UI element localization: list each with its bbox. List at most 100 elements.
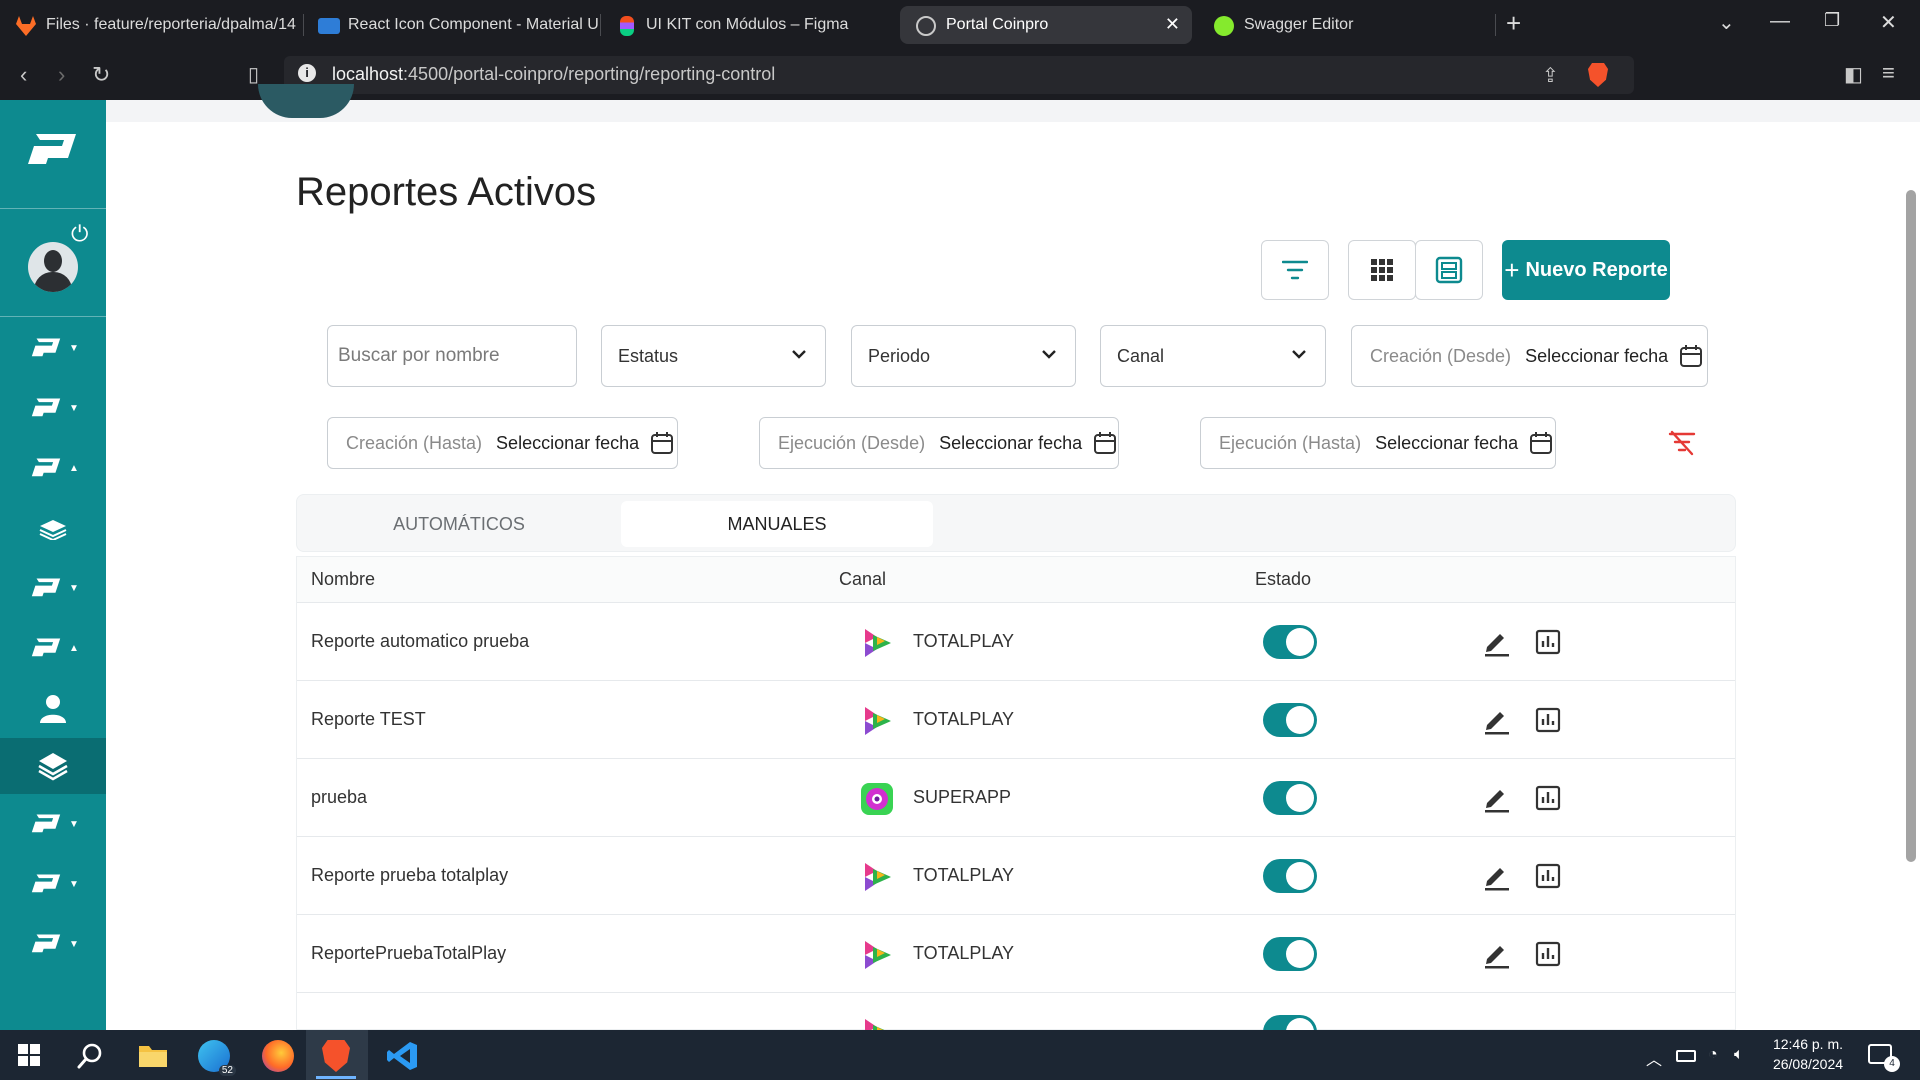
sidebar-item-module-4[interactable]: ▼ bbox=[0, 562, 106, 614]
dashboard-view-button[interactable] bbox=[1415, 240, 1483, 300]
status-toggle[interactable] bbox=[1263, 859, 1317, 893]
sidebar-item-module-7[interactable]: ▼ bbox=[0, 858, 106, 910]
caret-down-icon: ▼ bbox=[69, 878, 79, 890]
sidebar-item-money[interactable] bbox=[0, 502, 106, 554]
vscode-icon[interactable] bbox=[386, 1040, 418, 1072]
grid-view-button[interactable] bbox=[1348, 240, 1416, 300]
period-select[interactable]: Periodo bbox=[851, 325, 1076, 387]
exec-to-date[interactable]: Ejecución (Hasta) Seleccionar fecha bbox=[1200, 417, 1556, 469]
money-stack-icon bbox=[39, 520, 67, 540]
status-toggle[interactable] bbox=[1263, 703, 1317, 737]
clock[interactable]: 12:46 p. m. 26/08/2024 bbox=[1762, 1036, 1854, 1072]
file-explorer-icon[interactable] bbox=[138, 1042, 168, 1068]
filter-button[interactable] bbox=[1261, 240, 1329, 300]
sidebar-item-module-1[interactable]: ▼ bbox=[0, 322, 106, 374]
report-chart-icon[interactable] bbox=[1533, 939, 1563, 969]
created-to-date[interactable]: Creación (Hasta) Seleccionar fecha bbox=[327, 417, 678, 469]
power-icon[interactable]: ⏻ bbox=[71, 222, 95, 246]
table-row[interactable]: Reporte prueba totalplay TOTALPLAY bbox=[297, 837, 1735, 915]
search-input[interactable]: Buscar por nombre bbox=[327, 325, 577, 387]
report-name: ReportePruebaTotalPlay bbox=[311, 943, 507, 963]
created-from-date[interactable]: Creación (Desde) Seleccionar fecha bbox=[1351, 325, 1708, 387]
tab-manual[interactable]: MANUALES bbox=[621, 501, 933, 547]
report-chart-icon[interactable] bbox=[1533, 705, 1563, 735]
browser-tab-swagger[interactable]: Swagger Editor bbox=[1198, 6, 1494, 44]
notifications-icon[interactable]: 4 bbox=[1868, 1044, 1900, 1072]
wifi-icon[interactable]: ◔ bbox=[1708, 1046, 1718, 1064]
edit-icon[interactable] bbox=[1481, 627, 1511, 657]
sidebar-item-module-2[interactable]: ▼ bbox=[0, 382, 106, 434]
volume-icon[interactable]: 🔈︎ bbox=[1734, 1046, 1744, 1064]
channel-name: TOTALPLAY bbox=[913, 709, 1015, 729]
tray-chevron-icon[interactable]: ︿ bbox=[1646, 1046, 1662, 1070]
page-scrollbar[interactable] bbox=[1906, 190, 1916, 862]
report-chart-icon[interactable] bbox=[1533, 783, 1563, 813]
status-toggle[interactable] bbox=[1263, 937, 1317, 971]
status-toggle[interactable] bbox=[1263, 625, 1317, 659]
new-report-button[interactable]: + Nuevo Reporte bbox=[1502, 240, 1670, 300]
caret-up-icon: ▲ bbox=[69, 462, 79, 474]
sidebar-toggle-icon[interactable]: ◧ bbox=[1844, 62, 1863, 87]
column-name: Nombre bbox=[311, 569, 376, 589]
plus-icon: + bbox=[1504, 254, 1520, 285]
header-strip bbox=[106, 100, 1920, 122]
report-chart-icon[interactable] bbox=[1533, 627, 1563, 657]
exec-from-date[interactable]: Ejecución (Desde) Seleccionar fecha bbox=[759, 417, 1119, 469]
close-window-button[interactable]: ✕ bbox=[1880, 10, 1897, 35]
browser-tab-figma[interactable]: UI KIT con Módulos – Figma bbox=[600, 6, 896, 44]
search-icon[interactable] bbox=[76, 1042, 104, 1070]
sidebar-item-module-6[interactable]: ▼ bbox=[0, 798, 106, 850]
browser-tab-gitlab[interactable]: Files · feature/reporteria/dpalma/14 bbox=[0, 6, 296, 44]
table-row[interactable]: Reporte automatico prueba TOTALPLAY bbox=[297, 603, 1735, 681]
caret-down-icon: ▼ bbox=[69, 342, 79, 354]
reload-button[interactable]: ↻ bbox=[92, 62, 110, 88]
site-info-icon[interactable]: i bbox=[298, 64, 316, 82]
status-select[interactable]: Estatus bbox=[601, 325, 826, 387]
sidebar-item-reports[interactable] bbox=[0, 738, 106, 794]
edge-icon[interactable]: 52 bbox=[198, 1040, 236, 1076]
share-icon[interactable]: ⇪ bbox=[1542, 63, 1559, 88]
browser-tab-mui[interactable]: React Icon Component - Material UI bbox=[302, 6, 600, 44]
minimize-button[interactable]: — bbox=[1770, 10, 1790, 33]
close-tab-icon[interactable]: ✕ bbox=[1165, 14, 1180, 35]
edit-icon[interactable] bbox=[1481, 705, 1511, 735]
sidebar-item-module-5[interactable]: ▲ bbox=[0, 622, 106, 674]
caret-down-icon: ▼ bbox=[69, 582, 79, 594]
avatar[interactable] bbox=[28, 242, 78, 292]
clear-filters-icon[interactable] bbox=[1668, 430, 1696, 456]
edit-icon[interactable] bbox=[1481, 939, 1511, 969]
table-row[interactable]: Reporte TEST TOTALPLAY bbox=[297, 681, 1735, 759]
edit-icon[interactable] bbox=[1481, 783, 1511, 813]
windows-start-icon[interactable] bbox=[18, 1044, 40, 1066]
totalplay-logo-icon bbox=[865, 707, 891, 735]
dashboard-icon bbox=[1435, 256, 1463, 284]
url-text[interactable]: localhost:4500/portal-coinpro/reporting/… bbox=[332, 64, 775, 85]
report-name: prueba bbox=[311, 787, 368, 807]
restore-button[interactable]: ❐ bbox=[1824, 10, 1840, 31]
table-row[interactable]: ReportePruebaTotalPlay TOTALPLAY bbox=[297, 915, 1735, 993]
sidebar-item-module-3[interactable]: ▲ bbox=[0, 442, 106, 494]
browser-tab-portal-coinpro[interactable]: Portal Coinpro ✕ bbox=[900, 6, 1192, 44]
battery-icon[interactable] bbox=[1676, 1050, 1696, 1062]
sidebar-item-users[interactable] bbox=[0, 682, 106, 734]
layers-icon bbox=[38, 753, 68, 781]
report-chart-icon[interactable] bbox=[1533, 861, 1563, 891]
new-tab-button[interactable]: + bbox=[1506, 8, 1521, 39]
user-icon bbox=[40, 695, 66, 723]
report-name: Reporte automatico prueba bbox=[311, 631, 530, 651]
table-row[interactable]: prueba SUPERAPP bbox=[297, 759, 1735, 837]
superapp-logo-icon bbox=[861, 783, 893, 815]
tab-automatic[interactable]: AUTOMÁTICOS bbox=[303, 501, 615, 547]
caret-down-icon: ▼ bbox=[69, 402, 79, 414]
report-name: Reporte TEST bbox=[311, 709, 426, 729]
firefox-icon[interactable] bbox=[262, 1040, 294, 1072]
back-button[interactable]: ‹ bbox=[20, 62, 27, 88]
tab-list-chevron-icon[interactable]: ⌄ bbox=[1718, 10, 1735, 35]
channel-select[interactable]: Canal bbox=[1100, 325, 1326, 387]
edit-icon[interactable] bbox=[1481, 861, 1511, 891]
coinpro-logo-icon[interactable] bbox=[22, 128, 82, 172]
menu-icon[interactable]: ≡ bbox=[1882, 60, 1895, 86]
forward-button[interactable]: › bbox=[58, 62, 65, 88]
status-toggle[interactable] bbox=[1263, 781, 1317, 815]
sidebar-item-module-8[interactable]: ▼ bbox=[0, 918, 106, 970]
